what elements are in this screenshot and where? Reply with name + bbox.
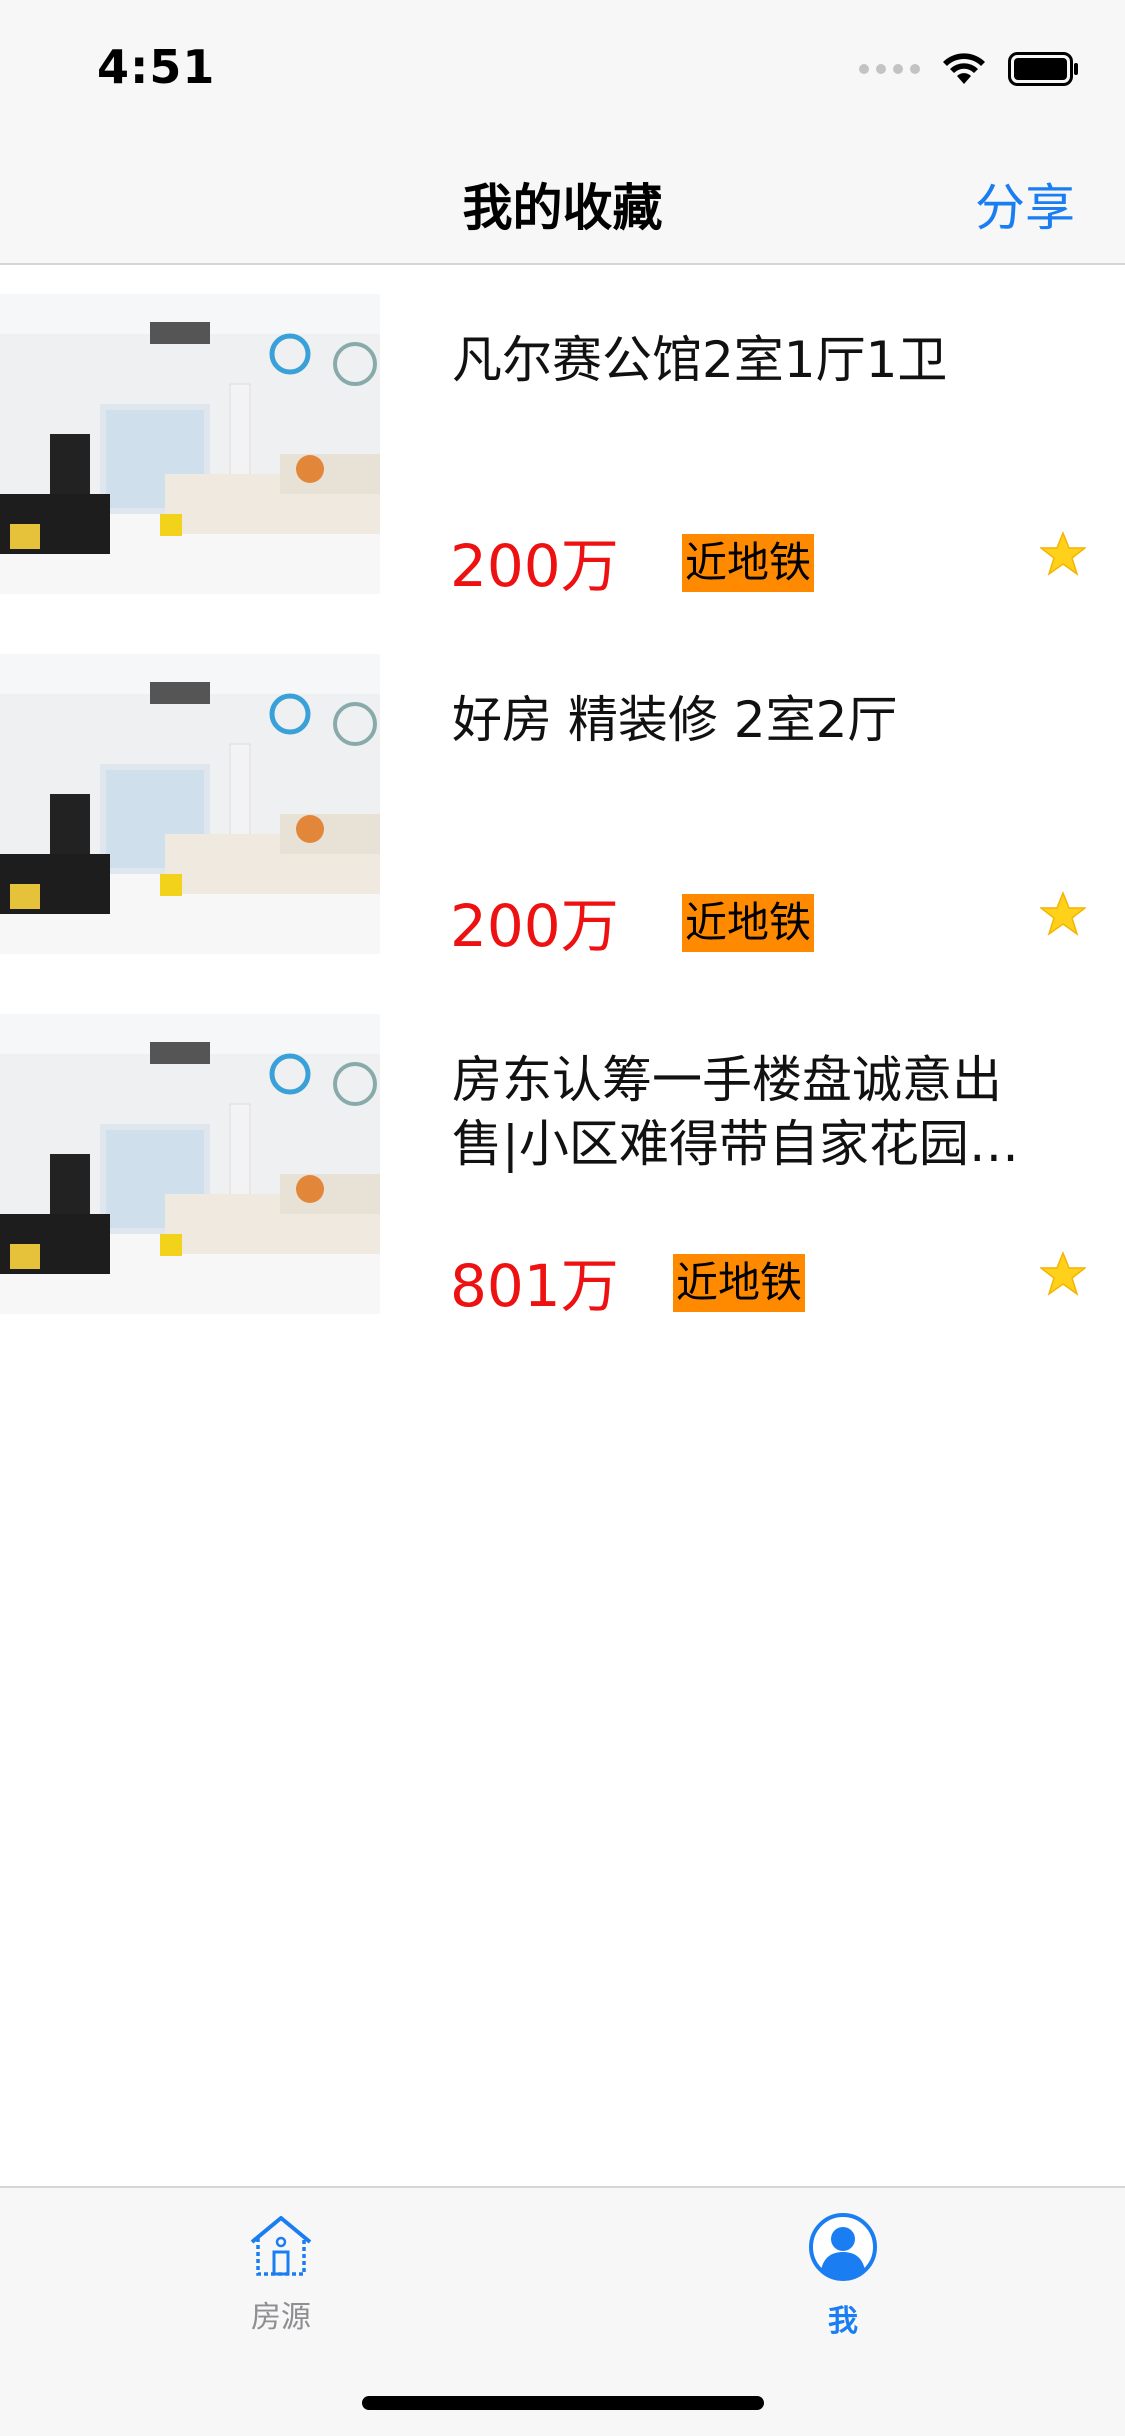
listing-price: 200万 (450, 892, 619, 960)
person-icon (809, 2213, 877, 2281)
star-icon[interactable] (1038, 890, 1088, 937)
cellular-signal-icon (859, 64, 920, 74)
list-item[interactable]: 凡尔赛公馆2室1厅1卫 200万 近地铁 (0, 294, 1125, 600)
top-bar: 4:51 我的收藏 分享 (0, 0, 1125, 265)
listing-tag: 近地铁 (682, 534, 815, 592)
tab-houses-label: 房源 (251, 2300, 311, 2335)
listing-photo (0, 294, 380, 594)
tab-houses[interactable]: 房源 (181, 2212, 381, 2336)
listing-price: 200万 (450, 532, 619, 600)
star-icon[interactable] (1038, 1250, 1088, 1297)
listing-photo (0, 654, 380, 954)
tab-me-label: 我 (828, 2304, 858, 2339)
wifi-icon (942, 52, 986, 86)
page-title: 我的收藏 (462, 179, 663, 237)
list-item[interactable]: 好房 精装修 2室2厅 200万 近地铁 (0, 654, 1125, 960)
status-time: 4:51 (97, 40, 216, 94)
share-button[interactable]: 分享 (975, 168, 1075, 240)
list-item[interactable]: 房东认筹一手楼盘诚意出售|小区难得带自家花园… 801万 近地铁 (0, 1014, 1125, 1320)
listing-title: 凡尔赛公馆2室1厅1卫 (452, 331, 948, 389)
star-icon[interactable] (1038, 530, 1088, 577)
listing-tag: 近地铁 (682, 894, 815, 952)
tab-me[interactable]: 我 (743, 2212, 943, 2340)
status-icons (859, 52, 1080, 86)
listing-title: 好房 精装修 2室2厅 (452, 691, 898, 749)
screen: 4:51 我的收藏 分享 凡尔赛公馆2室1厅1卫 200万 近地铁 好房 精装修… (0, 0, 1125, 2436)
listing-price: 801万 (450, 1252, 619, 1320)
listing-photo (0, 1014, 380, 1314)
house-icon (250, 2216, 312, 2276)
listing-title: 房东认筹一手楼盘诚意出售|小区难得带自家花园… (452, 1051, 1019, 1173)
battery-icon (1008, 52, 1080, 86)
listing-tag: 近地铁 (673, 1254, 806, 1312)
home-indicator[interactable] (362, 2396, 764, 2410)
